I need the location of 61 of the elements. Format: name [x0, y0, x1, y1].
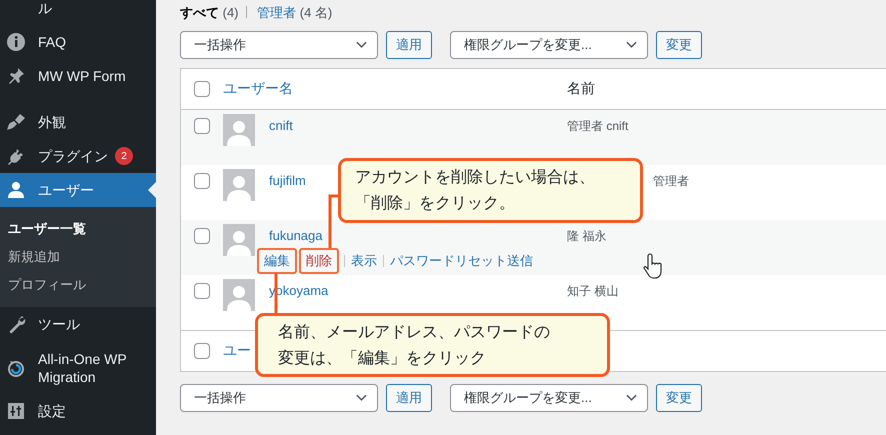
callout-text: アカウントを削除したい場合は、	[355, 168, 595, 188]
bulk-action-select[interactable]: 一括操作	[180, 31, 378, 59]
row-action-link[interactable]: 編集	[257, 248, 297, 274]
column-header: 名前	[567, 80, 595, 96]
username-link[interactable]: fukunaga	[269, 228, 536, 244]
checkbox[interactable]	[194, 228, 210, 244]
column-header[interactable]: ユー	[223, 342, 251, 360]
sidebar-item[interactable]: プラグイン 2	[0, 139, 156, 173]
row-action-link[interactable]: パスワードリセット送信	[387, 249, 536, 273]
sidebar-item[interactable]: ユーザー	[0, 173, 156, 207]
submenu-item[interactable]: プロフィール	[0, 271, 156, 299]
sidebar-item[interactable]: ツール	[0, 307, 156, 341]
submenu-item[interactable]: 新規追加	[0, 243, 156, 271]
username-link[interactable]: cnift	[269, 118, 293, 134]
sidebar-item[interactable]: MW WP Form	[0, 59, 156, 93]
info-icon	[6, 32, 26, 52]
name-cell: 管理者 cnift	[567, 119, 628, 133]
avatar-icon	[223, 169, 255, 201]
filter-link[interactable]: すべて (4)	[180, 5, 239, 20]
plug-icon	[6, 146, 26, 166]
row-action-link[interactable]: 表示	[348, 249, 380, 273]
avatar-icon	[223, 114, 255, 146]
sidebar-item[interactable]: 外観	[0, 105, 156, 139]
checkbox[interactable]	[194, 118, 210, 134]
checkbox[interactable]	[194, 81, 210, 97]
apply-button[interactable]: 適用	[386, 384, 432, 412]
callout-text: 「削除」をクリック。	[355, 194, 515, 214]
user-icon	[6, 180, 26, 200]
sidebar-item[interactable]: 設定	[0, 394, 156, 428]
chevron-down-icon	[626, 41, 637, 49]
checkbox[interactable]	[194, 173, 210, 189]
role-select[interactable]: 権限グループを変更...	[450, 384, 648, 412]
checkbox[interactable]	[194, 343, 210, 359]
bulk-action-select[interactable]: 一括操作	[180, 384, 378, 412]
sidebar-item[interactable]: ル	[0, 0, 156, 25]
chevron-down-icon	[356, 41, 367, 49]
submenu-item[interactable]: ユーザー一覧	[0, 215, 156, 243]
current-item-pointer-icon	[148, 182, 156, 198]
change-button[interactable]: 変更	[656, 384, 702, 412]
apply-button[interactable]: 適用	[386, 31, 432, 59]
change-button[interactable]: 変更	[656, 31, 702, 59]
sidebar-item[interactable]: FAQ	[0, 25, 156, 59]
name-cell: 知子 横山	[567, 284, 618, 298]
role-select[interactable]: 権限グループを変更...	[450, 31, 648, 59]
chevron-down-icon	[626, 394, 637, 402]
update-count-badge: 2	[115, 147, 133, 165]
column-header[interactable]: ユーザー名	[223, 80, 293, 98]
avatar-icon	[223, 224, 255, 256]
chevron-down-icon	[356, 394, 367, 402]
avatar-icon	[223, 279, 255, 311]
callout-text: 変更は、「編集」をクリック	[278, 348, 486, 369]
name-cell: 管理者	[653, 174, 689, 188]
filter-link[interactable]: 管理者 (4 名)	[257, 5, 332, 20]
checkbox[interactable]	[194, 283, 210, 299]
username-link[interactable]: fujifilm	[269, 173, 306, 189]
sidebar-item[interactable]: All-in-One WP Migration	[0, 341, 156, 394]
name-cell: 隆 福永	[567, 229, 606, 243]
delete-link[interactable]: 削除	[299, 248, 339, 274]
sliders-icon	[6, 401, 26, 421]
callout-text: 名前、メールアドレス、パスワードの	[278, 323, 550, 343]
brush-icon	[6, 112, 26, 132]
